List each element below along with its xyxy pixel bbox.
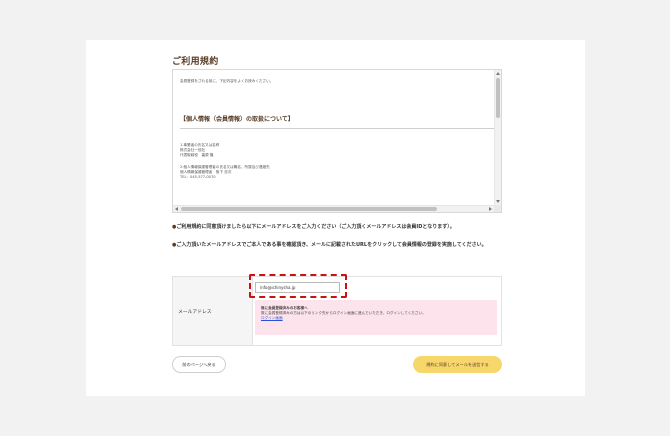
email-label-cell: メールアドレス	[173, 277, 253, 345]
terms-line: TEL：045-577-0070	[180, 175, 216, 179]
instruction-text-2: ご入力頂いたメールアドレスでご本人である事を確認頂き、メールに記載されたURLを…	[176, 242, 487, 248]
email-label: メールアドレス	[178, 310, 212, 315]
instruction-note-2: ●ご入力頂いたメールアドレスでご本人である事を確認頂き、メールに記載されたURL…	[172, 241, 502, 249]
terms-scroll-box[interactable]: 会員登録をされる前に、下記内容をよくお読みください。 【個人情報（会員情報）の取…	[172, 69, 502, 213]
instruction-note-1: ●ご利用規約に同意頂けましたら以下にメールアドレスをご入力ください（ご入力頂くメ…	[172, 223, 502, 231]
email-field-highlight	[249, 274, 347, 298]
page-title: ご利用規約	[172, 57, 219, 67]
vertical-scroll-thumb[interactable]	[496, 78, 500, 118]
scroll-left-icon[interactable]	[175, 207, 178, 211]
login-link[interactable]: ログイン画面	[261, 316, 491, 321]
scroll-up-icon[interactable]	[496, 72, 500, 75]
horizontal-scroll-thumb[interactable]	[181, 207, 437, 211]
instruction-text-1: ご利用規約に同意頂けましたら以下にメールアドレスをご入力ください（ご入力頂くメー…	[176, 224, 455, 230]
scroll-right-icon[interactable]	[489, 207, 492, 211]
scrollbar-corner	[494, 205, 501, 212]
terms-block-manager: 2.個人情報保護管理者の氏名又は職名、所属及び連絡先 個人情報保護管理者 阪下 …	[180, 165, 487, 180]
terms-intro: 会員登録をされる前に、下記内容をよくお読みください。	[180, 79, 274, 83]
terms-content: 会員登録をされる前に、下記内容をよくお読みください。 【個人情報（会員情報）の取…	[173, 70, 499, 205]
scroll-down-icon[interactable]	[496, 200, 500, 203]
terms-block-operator: 1.事業者の氏名又は名称 株式会社一信社 代表取締役 裏原 隆	[180, 143, 487, 158]
back-button[interactable]: 前のページへ戻る	[172, 356, 226, 373]
horizontal-scrollbar[interactable]	[173, 205, 494, 212]
agree-submit-button[interactable]: 規約に同意してメールを送信する	[413, 356, 502, 373]
terms-line: 代表取締役 裏原 隆	[180, 153, 214, 157]
terms-heading: 【個人情報（会員情報）の取扱について】	[180, 117, 499, 129]
registered-user-notice: 既に会員登録済みのお客様へ 既に会員登録済みの方は以下のリンク先からログイン画面…	[255, 300, 497, 335]
vertical-scrollbar[interactable]	[494, 70, 501, 205]
